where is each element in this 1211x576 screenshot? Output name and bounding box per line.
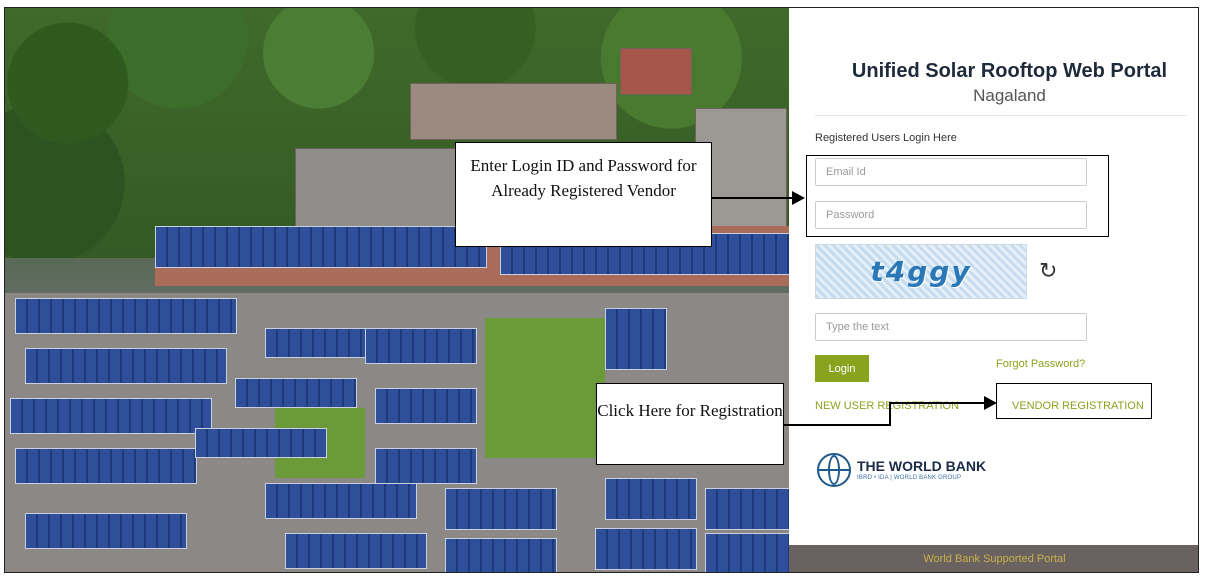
register-arrow-head <box>984 396 997 410</box>
portal-title: Unified Solar Rooftop Web Portal <box>851 60 1168 82</box>
solar-panel-row <box>195 428 327 458</box>
credentials-highlight-box <box>806 155 1109 237</box>
solar-panel-row <box>25 348 227 384</box>
register-arrow-line-3 <box>889 402 984 404</box>
campus-rooftop-photo <box>5 8 789 572</box>
captcha-text: t4ggy <box>870 255 972 288</box>
login-arrow-head <box>792 191 805 205</box>
captcha-input[interactable] <box>815 313 1087 341</box>
world-bank-subtitle: IBRD • IDA | WORLD BANK GROUP <box>857 475 962 481</box>
solar-panel-row <box>375 448 477 484</box>
page-frame: Unified Solar Rooftop Web Portal Nagalan… <box>4 7 1199 573</box>
grey-building <box>295 148 457 230</box>
login-panel: Unified Solar Rooftop Web Portal Nagalan… <box>789 8 1198 572</box>
forgot-password-link[interactable]: Forgot Password? <box>996 358 1085 370</box>
footer-bar: World Bank Supported Portal <box>789 545 1198 572</box>
solar-panel-row <box>445 488 557 530</box>
world-bank-name: THE WORLD BANK <box>857 458 987 474</box>
register-arrow-line-2 <box>889 403 891 426</box>
solar-panel-row <box>705 488 789 530</box>
courtyard-grass <box>485 318 605 458</box>
solar-panel-row <box>10 398 212 434</box>
register-arrow-line-1 <box>784 424 891 426</box>
solar-panel-row <box>235 378 357 408</box>
solar-panel-row <box>595 528 697 570</box>
solar-panel-row <box>15 298 237 334</box>
login-arrow-line <box>712 197 792 199</box>
solar-panel-row <box>155 226 487 268</box>
header-divider <box>815 115 1187 116</box>
red-building <box>620 48 692 95</box>
solar-panel-row <box>25 513 187 549</box>
solar-panel-row <box>365 328 477 364</box>
portal-subtitle: Nagaland <box>973 86 1046 105</box>
brick-building <box>410 83 617 140</box>
world-bank-globe-icon <box>817 453 851 487</box>
solar-panel-row <box>445 538 557 572</box>
captcha-image: t4ggy <box>815 244 1027 299</box>
login-heading: Registered Users Login Here <box>815 132 957 144</box>
login-button[interactable]: Login <box>815 355 869 382</box>
solar-panel-row <box>265 483 417 519</box>
refresh-icon[interactable]: ↻ <box>1039 260 1057 282</box>
solar-panel-row <box>605 308 667 370</box>
solar-panel-row <box>705 533 789 572</box>
world-bank-logo: THE WORLD BANK IBRD • IDA | WORLD BANK G… <box>817 453 986 487</box>
solar-panel-row <box>375 388 477 424</box>
solar-panel-row <box>265 328 367 358</box>
login-instruction-note: Enter Login ID and Password for Already … <box>455 142 712 247</box>
registration-instruction-note: Click Here for Registration <box>596 383 784 465</box>
solar-panel-row <box>15 448 197 484</box>
vendor-registration-highlight-box <box>996 383 1152 419</box>
solar-panel-row <box>285 533 427 569</box>
solar-panel-row <box>605 478 697 520</box>
